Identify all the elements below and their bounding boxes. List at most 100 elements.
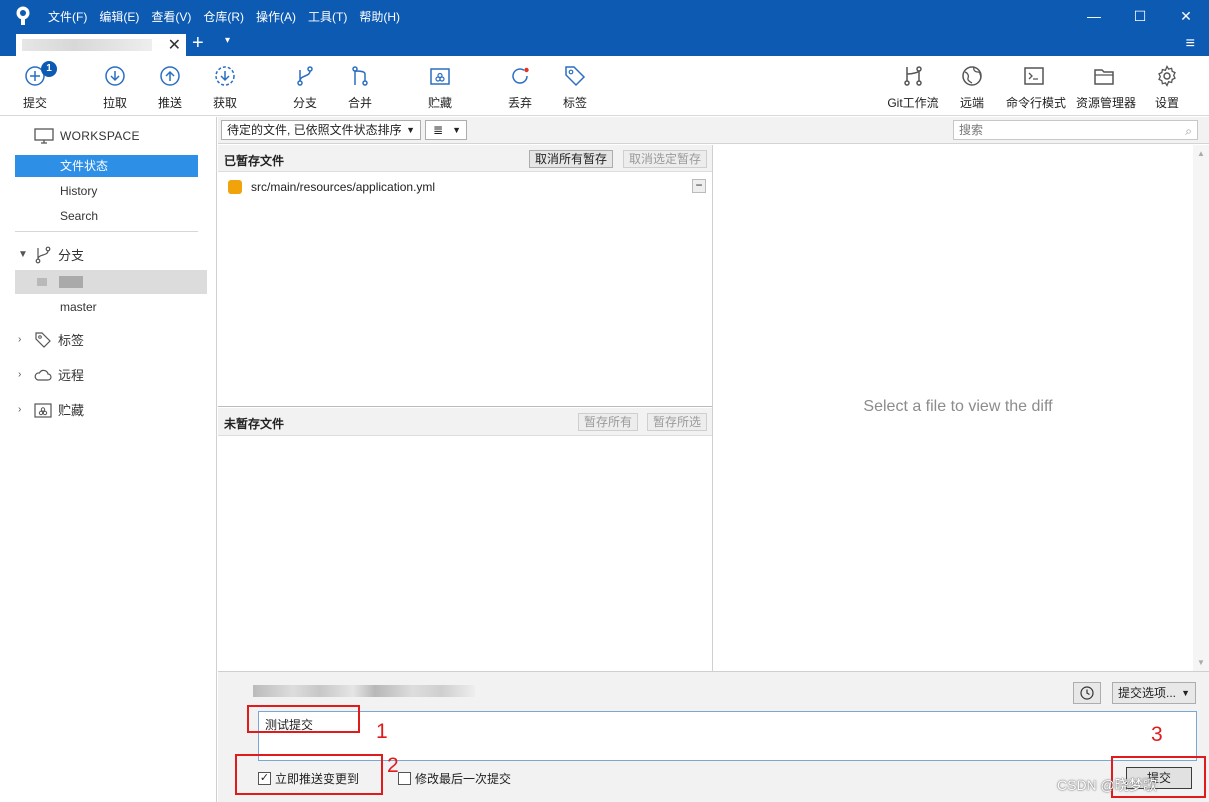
settings-label: 设置 bbox=[1154, 96, 1179, 110]
sidebar-group-remotes[interactable]: › 远程 bbox=[18, 365, 84, 384]
sidebar-item-master[interactable]: master bbox=[15, 296, 198, 318]
sort-dropdown[interactable]: 待定的文件, 已依照文件状态排序 ▼ bbox=[221, 120, 421, 140]
file-path: src/main/resources/application.yml bbox=[251, 180, 436, 194]
list-item[interactable]: src/main/resources/application.yml − bbox=[218, 177, 712, 197]
hamburger-menu-icon[interactable]: ≡ bbox=[1186, 35, 1195, 53]
sidebar-group-stashes[interactable]: › 贮藏 bbox=[18, 400, 84, 419]
minimize-button[interactable]: — bbox=[1071, 0, 1117, 32]
current-branch-redacted[interactable] bbox=[15, 270, 207, 294]
discard-button[interactable]: 丢弃 bbox=[492, 64, 548, 111]
fetch-icon bbox=[215, 66, 235, 86]
chevron-right-icon[interactable]: › bbox=[18, 334, 28, 345]
menu-actions[interactable]: 操作(A) bbox=[256, 8, 296, 25]
sidebar-item-file-status[interactable]: 文件状态 bbox=[15, 155, 198, 177]
repo-tab[interactable]: ✕ bbox=[16, 34, 186, 56]
search-placeholder: 搜索 bbox=[959, 123, 984, 137]
branch-button[interactable]: 分支 bbox=[277, 64, 333, 111]
branch-redacted-name bbox=[59, 276, 83, 288]
author-redacted bbox=[253, 685, 475, 697]
stash-label: 贮藏 bbox=[427, 96, 452, 110]
stage-selected-button[interactable]: 暂存所选 bbox=[647, 413, 708, 431]
chevron-down-icon: ▼ bbox=[406, 125, 415, 135]
menu-tools[interactable]: 工具(T) bbox=[308, 8, 347, 25]
stage-all-button[interactable]: 暂存所有 bbox=[578, 413, 639, 431]
tag-icon bbox=[565, 66, 586, 87]
merge-button[interactable]: 合并 bbox=[332, 64, 388, 111]
search-input[interactable]: 搜索 ⌕ bbox=[953, 120, 1198, 140]
view-mode-dropdown[interactable]: ≣ ▼ bbox=[425, 120, 467, 140]
close-window-button[interactable]: ✕ bbox=[1163, 0, 1209, 32]
history-clock-button[interactable] bbox=[1073, 682, 1101, 704]
tab-dropdown-icon[interactable]: ▾ bbox=[225, 35, 230, 46]
unstaged-files-title: 未暂存文件 bbox=[224, 417, 285, 431]
maximize-button[interactable]: ☐ bbox=[1117, 0, 1163, 32]
scroll-down-icon[interactable]: ▼ bbox=[1197, 658, 1205, 667]
tag-button[interactable]: 标签 bbox=[547, 64, 603, 111]
gear-icon bbox=[1158, 65, 1176, 87]
globe-icon bbox=[962, 66, 982, 86]
gitflow-button[interactable]: Git工作流 bbox=[885, 64, 941, 111]
unstage-selected-button[interactable]: 取消选定暂存 bbox=[623, 150, 708, 168]
modified-file-icon bbox=[228, 180, 242, 194]
commit-options-label: 提交选项... bbox=[1118, 686, 1177, 700]
commit-toolbar-button[interactable]: 1 提交 bbox=[7, 61, 63, 111]
terminal-icon bbox=[1024, 67, 1044, 85]
menu-view[interactable]: 查看(V) bbox=[151, 8, 191, 25]
repo-tab-name-redacted bbox=[22, 39, 152, 51]
tab-bar: ✕ + ▾ ≡ bbox=[0, 32, 1209, 56]
search-icon: ⌕ bbox=[1185, 124, 1192, 138]
remotes-label: 远程 bbox=[58, 368, 85, 383]
close-tab-icon[interactable]: ✕ bbox=[168, 35, 181, 55]
diff-pane: Select a file to view the diff ▲ ▼ bbox=[713, 145, 1209, 671]
push-label: 推送 bbox=[157, 96, 182, 110]
sidebar-group-tags[interactable]: › 标签 bbox=[18, 330, 84, 349]
sidebar-group-branches[interactable]: ▼ 分支 bbox=[18, 245, 84, 264]
menu-help[interactable]: 帮助(H) bbox=[359, 8, 400, 25]
explorer-button[interactable]: 资源管理器 bbox=[1076, 64, 1137, 111]
gitflow-icon bbox=[904, 66, 922, 86]
commit-toolbar-label: 提交 bbox=[22, 96, 47, 110]
chevron-right-icon[interactable]: › bbox=[18, 369, 28, 380]
pull-button[interactable]: 拉取 bbox=[87, 64, 143, 111]
annotation-number-1: 1 bbox=[376, 720, 388, 743]
workspace-header: WORKSPACE bbox=[34, 128, 140, 144]
fetch-button[interactable]: 获取 bbox=[197, 64, 253, 111]
commit-message-input[interactable]: 测试提交 bbox=[258, 711, 1197, 761]
merge-icon bbox=[352, 66, 368, 86]
explorer-label: 资源管理器 bbox=[1076, 96, 1137, 110]
chevron-down-icon[interactable]: ▼ bbox=[18, 249, 28, 260]
title-bar: 文件(F) 编辑(E) 查看(V) 仓库(R) 操作(A) 工具(T) 帮助(H… bbox=[0, 0, 1209, 32]
push-button[interactable]: 推送 bbox=[142, 64, 198, 111]
amend-checkbox[interactable] bbox=[398, 772, 411, 785]
settings-button[interactable]: 设置 bbox=[1139, 64, 1195, 111]
stash-button[interactable]: 贮藏 bbox=[412, 64, 468, 111]
gitflow-label: Git工作流 bbox=[887, 96, 939, 110]
sidebar-item-history[interactable]: History bbox=[15, 180, 198, 202]
commit-options-dropdown[interactable]: 提交选项... ▼ bbox=[1112, 682, 1196, 704]
branch-icon bbox=[35, 246, 51, 263]
diff-scrollbar[interactable]: ▲ ▼ bbox=[1193, 145, 1209, 671]
terminal-label: 命令行模式 bbox=[1006, 96, 1067, 110]
sidebar: WORKSPACE 文件状态 History Search ▼ 分支 maste… bbox=[0, 117, 217, 802]
menu-repository[interactable]: 仓库(R) bbox=[203, 8, 244, 25]
remote-button[interactable]: 远端 bbox=[944, 64, 1000, 111]
scroll-up-icon[interactable]: ▲ bbox=[1197, 149, 1205, 158]
push-icon bbox=[160, 66, 180, 86]
unstage-all-button[interactable]: 取消所有暂存 bbox=[529, 150, 614, 168]
list-view-icon: ≣ bbox=[433, 123, 444, 137]
amend-label: 修改最后一次提交 bbox=[415, 772, 512, 786]
watermark: CSDN @晓梦歌 bbox=[1057, 777, 1157, 793]
stash-icon bbox=[430, 68, 450, 85]
unstage-file-icon[interactable]: − bbox=[692, 179, 706, 193]
amend-checkbox-row[interactable]: 修改最后一次提交 bbox=[398, 770, 511, 787]
unstaged-files-header: 未暂存文件 暂存所有 暂存所选 bbox=[218, 408, 712, 436]
menu-file[interactable]: 文件(F) bbox=[48, 8, 87, 25]
menu-edit[interactable]: 编辑(E) bbox=[99, 8, 139, 25]
sidebar-divider bbox=[15, 231, 198, 232]
chevron-right-icon[interactable]: › bbox=[18, 404, 28, 415]
sidebar-item-search[interactable]: Search bbox=[15, 205, 198, 227]
sort-dropdown-value: 待定的文件, 已依照文件状态排序 bbox=[227, 123, 402, 137]
pull-label: 拉取 bbox=[102, 96, 127, 110]
add-tab-icon[interactable]: + bbox=[192, 32, 204, 54]
terminal-button[interactable]: 命令行模式 bbox=[1006, 64, 1067, 111]
